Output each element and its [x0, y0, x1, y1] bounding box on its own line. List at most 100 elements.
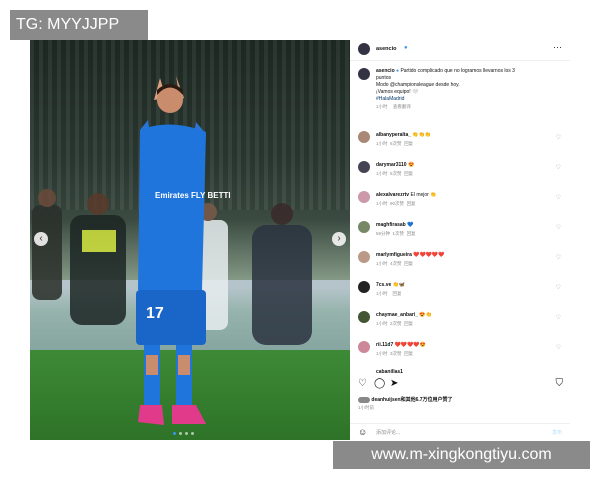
carousel-dot — [179, 432, 182, 435]
comment-avatar[interactable] — [358, 281, 370, 293]
verified-icon: ● — [404, 45, 408, 51]
emoji-icon[interactable]: ☺ — [358, 427, 367, 437]
caption-username[interactable]: asencio — [376, 68, 395, 74]
comment-avatar[interactable] — [358, 251, 370, 263]
reply-link[interactable]: 回复 — [407, 231, 416, 236]
comment-avatar[interactable] — [358, 161, 370, 173]
comment-time: 1小时 — [376, 351, 388, 356]
comment-likes: 3次赞 — [390, 351, 402, 356]
caption-line: Modo @championsleague desde hoy. — [376, 82, 460, 88]
reply-link[interactable]: 回复 — [404, 141, 413, 146]
reply-link[interactable]: 回复 — [404, 321, 413, 326]
comment-avatar[interactable] — [358, 191, 370, 203]
caption: asencio ● Partido complicado que no logr… — [358, 68, 563, 128]
avatar[interactable] — [358, 43, 370, 55]
like-comment-icon[interactable]: ♡ — [556, 344, 561, 351]
caption-time: 1小时 — [376, 104, 388, 109]
action-bar: ♡ ◯ ➤ ⛉ — [358, 378, 563, 392]
comment-time: 1小时 — [376, 291, 388, 296]
comment-username[interactable]: chaymae_anbari_ — [376, 312, 418, 318]
comment-likes: 90次赞 — [390, 201, 405, 206]
reply-link[interactable]: 回复 — [407, 201, 416, 206]
translate-link[interactable]: 查看翻译 — [393, 104, 411, 109]
caption-line: ¡Vamos equipo! 🤍 — [376, 89, 419, 95]
comment-text: 💙 — [407, 222, 414, 228]
watermark-bottom: www.m-xingkongtiyu.com — [333, 441, 590, 469]
comment-avatar[interactable] — [358, 311, 370, 323]
comment-time: 1小时 — [376, 321, 388, 326]
post-photo: Emirates FLY BETTER 17 ‹ › — [30, 40, 350, 440]
like-comment-icon[interactable]: ♡ — [556, 284, 561, 291]
instagram-post: Emirates FLY BETTER 17 ‹ › asencio ● ···… — [30, 40, 570, 440]
like-comment-icon[interactable]: ♡ — [556, 224, 561, 231]
comment-avatar[interactable] — [358, 131, 370, 143]
post-sidebar: asencio ● ··· asencio ● Partido complica… — [350, 40, 570, 440]
liker-avatars — [358, 396, 370, 403]
comment-likes: 4次赞 — [390, 261, 402, 266]
heart-icon[interactable]: ♡ — [358, 378, 367, 389]
likes-row: deanhuijsen和其他6.7万位用户赞了 — [358, 396, 563, 403]
comment-time: 1小时 — [376, 201, 388, 206]
caption-avatar[interactable] — [358, 68, 370, 80]
comment-username[interactable]: alexalvarezrtv — [376, 192, 409, 198]
post-comment-button[interactable]: 发布 — [552, 429, 562, 436]
comment-text: 😍👏 — [419, 312, 432, 318]
comment-item: darymar3110 😍 1小时 5次赞 回复 ♡ — [358, 161, 563, 187]
jersey-text: Emirates FLY BETTER — [155, 191, 230, 200]
comment-username[interactable]: cabanillas1 — [376, 369, 403, 375]
caption-line: puntos — [376, 75, 392, 81]
like-comment-icon[interactable]: ♡ — [556, 164, 561, 171]
post-author[interactable]: asencio — [376, 46, 396, 52]
comment-username[interactable]: albanyperalta_ — [376, 132, 411, 138]
comment-text: El mejor 👏 — [410, 192, 437, 198]
share-icon[interactable]: ➤ — [390, 378, 398, 389]
comment-item: chaymae_anbari_ 😍👏 1小时 2次赞 回复 ♡ — [358, 311, 563, 337]
carousel-dots — [173, 432, 194, 435]
comment-time: 58分钟 — [376, 231, 391, 236]
comment-username[interactable]: rii.11d7 — [376, 342, 393, 348]
comment-likes: 2次赞 — [390, 321, 402, 326]
carousel-dot — [191, 432, 194, 435]
like-comment-icon[interactable]: ♡ — [556, 254, 561, 261]
comment-username[interactable]: 7cs.ve — [376, 282, 391, 288]
prev-photo-button[interactable]: ‹ — [34, 232, 48, 246]
comment-username[interactable]: marlymfigueira — [376, 252, 412, 258]
comment-text: ❤️❤️❤️❤️😍 — [394, 342, 426, 348]
comment-avatar[interactable] — [358, 221, 370, 233]
comment-text: ❤️❤️❤️❤️❤️ — [413, 252, 445, 258]
like-comment-icon[interactable]: ♡ — [556, 134, 561, 141]
comment-likes: 5次赞 — [390, 171, 402, 176]
comment-icon[interactable]: ◯ — [374, 378, 385, 389]
comment-input[interactable]: 添加评论... — [376, 429, 400, 436]
add-comment-bar: ☺ 添加评论... 发布 — [350, 423, 570, 441]
verified-icon: ● — [396, 68, 400, 74]
post-header: asencio ● ··· — [350, 40, 570, 61]
reply-link[interactable]: 回复 — [404, 261, 413, 266]
comment-username[interactable]: darymar3110 — [376, 162, 407, 168]
reply-link[interactable]: 回复 — [404, 171, 413, 176]
likes-text[interactable]: deanhuijsen和其他6.7万位用户赞了 — [371, 397, 452, 403]
more-icon[interactable]: ··· — [553, 42, 562, 52]
jersey-number: 17 — [146, 305, 164, 322]
comment-text: 👏🦋 — [392, 282, 406, 288]
reply-link[interactable]: 回复 — [404, 351, 413, 356]
comment-item: alexalvarezrtv El mejor 👏 1小时 90次赞 回复 ♡ — [358, 191, 563, 217]
reply-link[interactable]: 回复 — [393, 291, 402, 296]
comment-likes: 1次赞 — [392, 231, 405, 236]
carousel-dot — [173, 432, 176, 435]
bookmark-icon[interactable]: ⛉ — [556, 378, 564, 389]
comment-time: 1小时 — [376, 171, 388, 176]
next-photo-button[interactable]: › — [332, 232, 346, 246]
watermark-top: TG: MYYJJPP — [10, 10, 148, 40]
caption-hashtag[interactable]: #HalaMadrid — [376, 96, 404, 102]
caption-line: Partido complicado que no logramos lleva… — [400, 68, 515, 74]
comment-time: 1小时 — [376, 261, 388, 266]
comment-avatar[interactable] — [358, 341, 370, 353]
comment-item: rii.11d7 ❤️❤️❤️❤️😍 1小时 3次赞 回复 ♡ — [358, 341, 563, 367]
comment-username[interactable]: maghfirasab — [376, 222, 406, 228]
comment-item: maghfirasab 💙 58分钟 1次赞 回复 ♡ — [358, 221, 563, 247]
comment-item: albanyperalta_ 👏👏👏 1小时 6次赞 回复 ♡ — [358, 131, 563, 157]
like-comment-icon[interactable]: ♡ — [556, 194, 561, 201]
like-comment-icon[interactable]: ♡ — [556, 314, 561, 321]
comment-item: 7cs.ve 👏🦋 1小时 回复 ♡ — [358, 281, 563, 307]
